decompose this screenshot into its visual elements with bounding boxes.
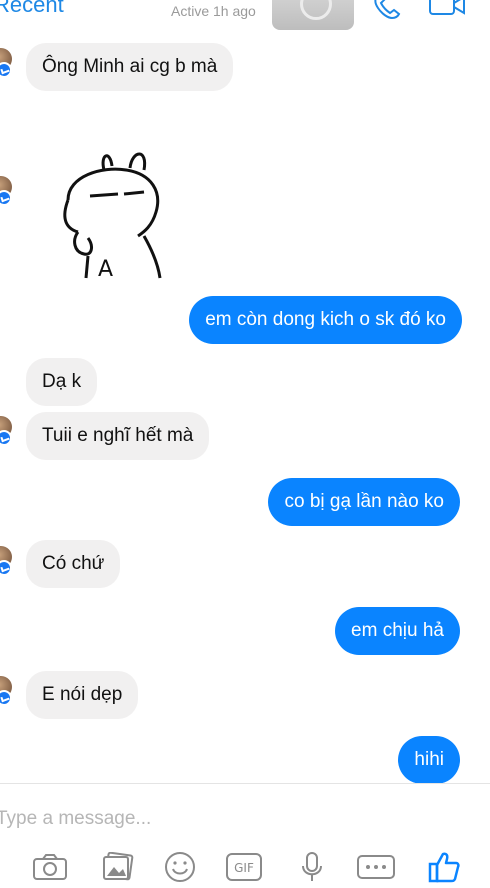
more-icon[interactable] xyxy=(356,850,396,884)
avatar[interactable] xyxy=(0,546,14,576)
active-status: Active 1h ago xyxy=(171,3,256,19)
video-camera-icon[interactable] xyxy=(428,0,468,18)
like-icon[interactable] xyxy=(424,850,464,884)
message-bubble-incoming[interactable]: Tuii e nghĩ hết mà xyxy=(26,412,210,460)
gif-icon[interactable]: GIF xyxy=(224,850,264,884)
back-button[interactable]: Recent xyxy=(0,0,64,18)
message-bubble-outgoing[interactable]: em còn dong kich o sk đó ko xyxy=(189,296,462,344)
sticker-letter: A xyxy=(98,257,113,280)
composer-toolbar: GIF xyxy=(0,848,490,888)
avatar[interactable] xyxy=(0,416,14,446)
message-composer: Type a message... GIF xyxy=(0,784,490,888)
messenger-badge-icon xyxy=(0,62,12,78)
message-bubble-incoming[interactable]: Dạ k xyxy=(26,358,98,406)
message-bubble-incoming[interactable]: Ông Minh ai cg b mà xyxy=(26,43,234,91)
photo-gallery-icon[interactable] xyxy=(98,850,138,884)
messenger-badge-icon xyxy=(0,560,12,576)
message-list[interactable]: Ông Minh ai cg b mà A em còn dong kich o… xyxy=(0,28,490,784)
phone-icon[interactable] xyxy=(372,0,404,20)
camera-icon[interactable] xyxy=(30,850,70,884)
bunny-sticker[interactable]: A xyxy=(48,140,172,280)
message-bubble-incoming[interactable]: E nói dẹp xyxy=(26,671,139,719)
message-bubble-outgoing[interactable]: em chịu hả xyxy=(335,607,460,655)
chat-header: Recent Active 1h ago xyxy=(0,0,490,30)
messenger-badge-icon xyxy=(0,190,12,206)
microphone-icon[interactable] xyxy=(292,850,332,884)
message-input[interactable]: Type a message... xyxy=(0,808,151,830)
message-bubble-incoming[interactable]: Có chứ xyxy=(26,540,121,588)
message-bubble-outgoing[interactable]: co bị gạ lần nào ko xyxy=(268,478,460,526)
avatar[interactable] xyxy=(0,176,14,206)
emoji-icon[interactable] xyxy=(160,850,200,884)
header-avatar[interactable] xyxy=(272,0,354,30)
messenger-badge-icon xyxy=(0,430,12,446)
avatar[interactable] xyxy=(0,676,14,706)
message-bubble-outgoing[interactable]: hihi xyxy=(398,736,460,784)
avatar[interactable] xyxy=(0,48,14,78)
gif-label: GIF xyxy=(234,861,254,875)
messenger-badge-icon xyxy=(0,690,12,706)
